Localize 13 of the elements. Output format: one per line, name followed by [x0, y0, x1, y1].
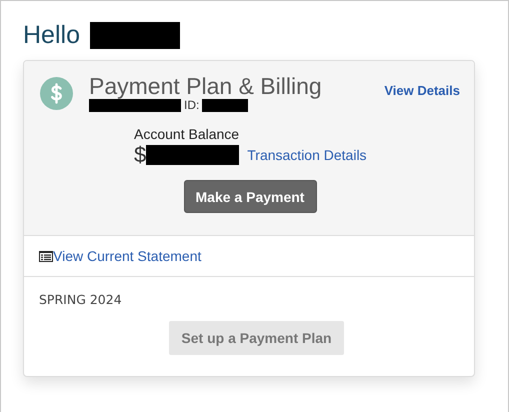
- list-icon: [39, 250, 53, 262]
- greeting: Hello: [23, 20, 80, 50]
- view-statement-link[interactable]: View Current Statement: [39, 248, 202, 264]
- redaction-bar: [202, 98, 248, 112]
- id-label: ID:: [184, 98, 200, 112]
- dollar-icon: [40, 77, 73, 110]
- balance-label: Account Balance: [134, 126, 240, 142]
- currency-symbol: $: [134, 142, 146, 168]
- card-title: Payment Plan & Billing: [89, 73, 322, 99]
- view-details-link[interactable]: View Details: [384, 83, 460, 98]
- make-payment-button[interactable]: Make a Payment: [184, 180, 316, 213]
- term-name: SPRING 2024: [39, 292, 122, 307]
- transaction-details-link[interactable]: Transaction Details: [247, 147, 367, 163]
